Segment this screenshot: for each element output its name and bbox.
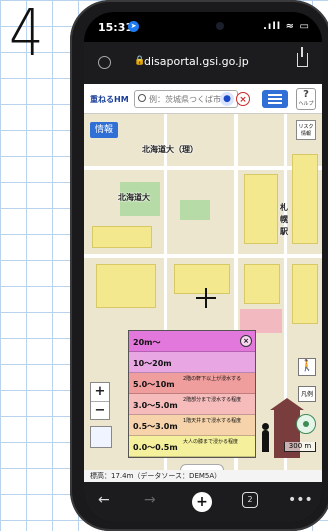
zoom-control: + −: [90, 382, 110, 420]
menu-button[interactable]: [262, 90, 288, 108]
legend-desc: 2階部分まで浸水する程度: [183, 397, 242, 403]
help-button[interactable]: ? ヘルプ: [296, 88, 316, 110]
dynamic-island: [166, 16, 240, 36]
legend-row: 5.0〜10m 2階の軒下以上が浸水する: [129, 373, 255, 394]
map-park: [180, 200, 210, 220]
current-location-icon[interactable]: [296, 414, 316, 434]
back-icon[interactable]: ←: [98, 492, 110, 508]
legend-depth: 10〜20m: [133, 359, 172, 368]
legend-desc: 1階天井まで浸水する程度: [183, 418, 242, 424]
camera-icon: [216, 22, 224, 30]
signal-battery: .ıll ≈ ▭: [263, 21, 310, 32]
map-label: 駅: [280, 227, 288, 236]
search-go-icon[interactable]: ●: [220, 92, 234, 106]
url-text[interactable]: disaportal.gsi.go.jp: [144, 55, 249, 68]
legend-row: 20m〜 ×: [129, 331, 255, 352]
map-label: 札: [280, 203, 288, 212]
base-map-button[interactable]: [90, 426, 112, 448]
scale-bar: 300 m: [284, 442, 316, 452]
legend-depth: 5.0〜10m: [133, 380, 175, 389]
map-label: 北海道大: [118, 193, 150, 202]
zoom-in-button[interactable]: +: [91, 383, 109, 401]
map-building: [92, 226, 152, 248]
map-building: [292, 264, 318, 324]
legend-button[interactable]: 凡例: [298, 386, 316, 402]
legend-desc: 大人の膝まで浸かる程度: [183, 439, 239, 445]
walk-icon[interactable]: 🚶: [298, 358, 316, 376]
map-view[interactable]: 北海道大（理） 北海道大 札 幌 駅 情報 リスク情報 20m〜 × 10〜20…: [84, 114, 322, 482]
legend-depth: 3.0〜5.0m: [133, 401, 178, 410]
share-icon[interactable]: [297, 47, 308, 67]
close-icon[interactable]: ×: [240, 335, 252, 347]
crosshair-icon: [196, 288, 216, 308]
forward-icon[interactable]: →: [144, 492, 156, 508]
map-label: 北海道大（理）: [142, 145, 198, 154]
risk-info-button[interactable]: リスク情報: [296, 120, 316, 140]
map-label: 幌: [280, 215, 288, 224]
extensions-icon[interactable]: [98, 56, 111, 69]
signal-icon: .ıll ≈: [263, 21, 296, 32]
search-placeholder: 例：茨城県つくば市: [149, 95, 221, 104]
person-icon: [262, 423, 269, 452]
app-header: 重ねるHM 例：茨城県つくば市 ● × ? ヘルプ: [84, 84, 322, 114]
help-icon: ?: [303, 89, 309, 100]
browser-toolbar: ← → + 2 •••: [84, 482, 322, 522]
more-icon[interactable]: •••: [288, 492, 313, 508]
legend-row: 0.0〜0.5m 大人の膝まで浸かる程度: [129, 436, 255, 457]
legend-depth: 0.5〜3.0m: [133, 422, 178, 431]
legend-depth: 20m〜: [133, 338, 161, 347]
map-building: [96, 264, 156, 308]
map-building: [244, 174, 278, 244]
new-tab-icon[interactable]: +: [192, 492, 212, 512]
app-brand[interactable]: 重ねるHM: [90, 94, 129, 105]
zoom-out-button[interactable]: −: [91, 401, 109, 419]
legend-depth: 0.0〜0.5m: [133, 443, 178, 452]
legend-row: 10〜20m: [129, 352, 255, 373]
location-icon: ➤: [128, 21, 139, 32]
browser-url-bar[interactable]: 🔒 disaportal.gsi.go.jp: [84, 42, 322, 84]
battery-icon: ▭: [299, 21, 310, 32]
help-label: ヘルプ: [298, 101, 314, 107]
clear-search-icon[interactable]: ×: [236, 92, 250, 106]
elevation-readout: 標高：17.4m（データソース：DEM5A）: [84, 470, 322, 482]
map-building: [292, 154, 318, 244]
legend-desc: 2階の軒下以上が浸水する: [183, 376, 242, 382]
info-button[interactable]: 情報: [90, 122, 118, 138]
flood-depth-legend: 20m〜 × 10〜20m 5.0〜10m 2階の軒下以上が浸水する 3.0〜5…: [128, 330, 256, 458]
legend-row: 3.0〜5.0m 2階部分まで浸水する程度: [129, 394, 255, 415]
hamburger-icon: [268, 94, 282, 96]
legend-row: 0.5〜3.0m 1階天井まで浸水する程度: [129, 415, 255, 436]
phone-screen: 15:31 ➤ .ıll ≈ ▭ 🔒 disaportal.gsi.go.jp …: [84, 12, 322, 522]
map-building: [244, 264, 280, 304]
handwritten-number: 4: [9, 0, 44, 71]
search-icon: [138, 94, 146, 102]
tabs-button[interactable]: 2: [242, 492, 258, 508]
